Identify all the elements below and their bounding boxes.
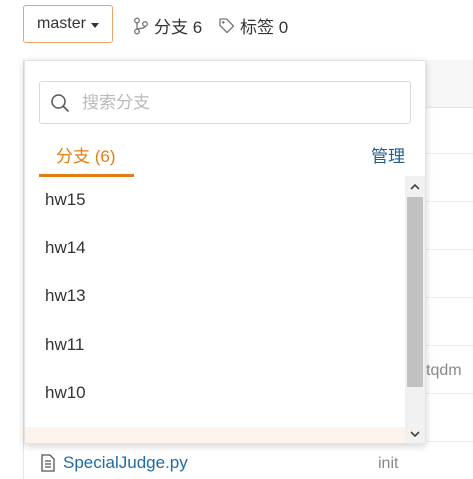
branch-search-input[interactable] <box>82 87 382 118</box>
branches-count-label: 分支 6 <box>154 18 203 37</box>
chevron-up-icon <box>410 183 420 190</box>
tags-count-label: 标签 0 <box>240 18 289 37</box>
branch-item[interactable] <box>25 427 405 443</box>
file-name-link[interactable]: SpecialJudge.py <box>63 453 188 473</box>
branch-name: hw13 <box>45 286 86 305</box>
branch-icon <box>134 17 148 34</box>
chevron-down-icon <box>410 430 420 437</box>
branch-item[interactable]: hw15 <box>25 176 405 224</box>
caret-down-icon <box>90 22 99 28</box>
branch-dropdown: 分支 (6) 管理 hw15 hw14 hw13 hw11 hw10 <box>24 60 426 444</box>
scroll-down-button[interactable] <box>405 424 425 443</box>
tags-link[interactable]: 标签 0 <box>218 13 288 38</box>
commit-message-fragment: tqdm <box>426 362 462 379</box>
branches-link[interactable]: 分支 6 <box>133 13 202 38</box>
branch-search-box <box>39 81 411 124</box>
branch-item[interactable]: hw10 <box>25 369 405 417</box>
branch-item[interactable]: hw11 <box>25 321 405 369</box>
branch-item[interactable]: hw13 <box>25 272 405 320</box>
branch-selector-label: master <box>37 15 86 32</box>
file-commit-message: init <box>378 455 399 472</box>
branch-name: hw10 <box>45 383 86 402</box>
tab-branches[interactable]: 分支 (6) <box>56 142 116 167</box>
branch-item[interactable]: hw14 <box>25 224 405 272</box>
search-icon <box>51 93 69 112</box>
branch-name: hw15 <box>45 190 86 209</box>
file-icon <box>41 454 55 472</box>
manage-branches-link[interactable]: 管理 <box>371 142 405 167</box>
scroll-up-button[interactable] <box>405 176 425 196</box>
branch-list-scrollbar[interactable] <box>405 176 425 443</box>
tag-icon <box>219 18 235 34</box>
file-row[interactable]: SpecialJudge.py <box>40 453 188 473</box>
scrollbar-thumb[interactable] <box>407 197 423 387</box>
branch-selector-button[interactable]: master <box>23 5 113 43</box>
branch-name: hw14 <box>45 238 86 257</box>
branch-name: hw11 <box>45 335 85 354</box>
